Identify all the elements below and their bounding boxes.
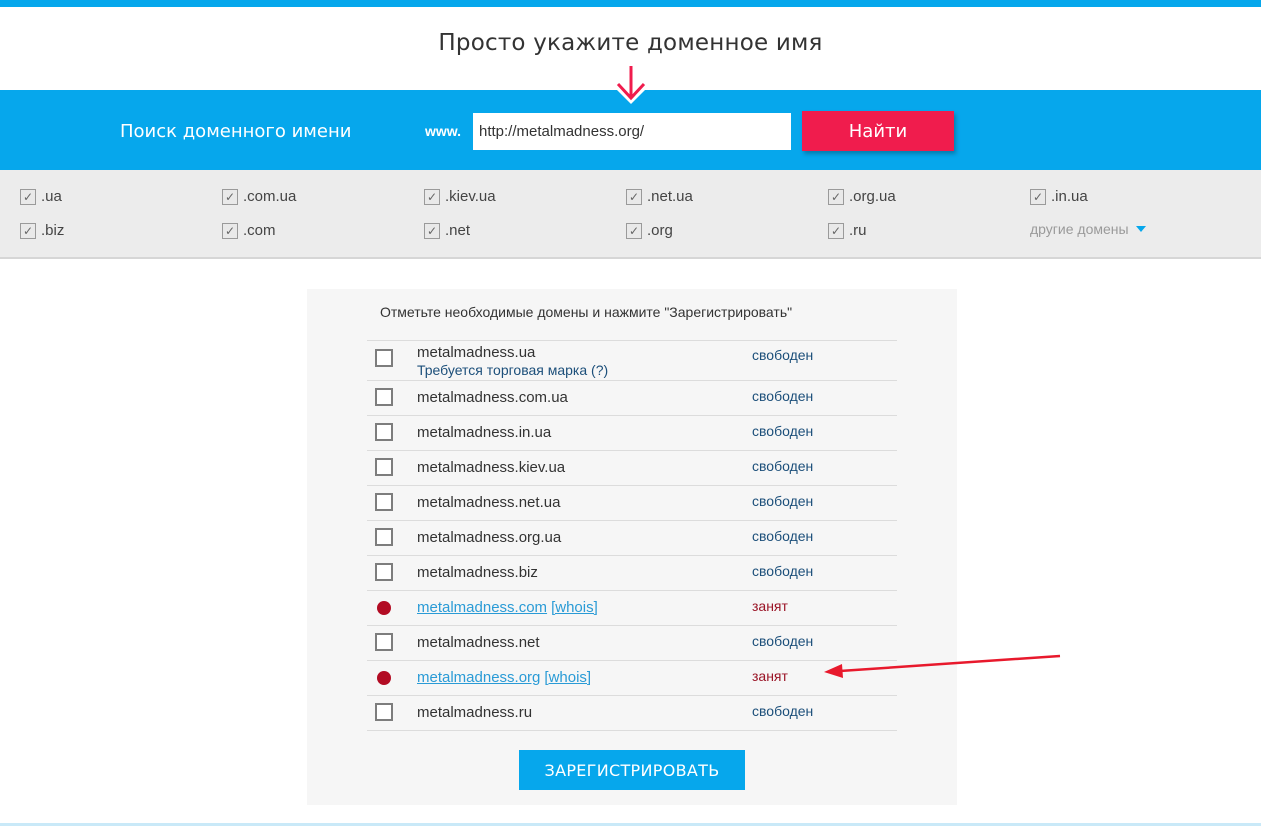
status-badge: свободен xyxy=(752,458,814,474)
page-title: Просто укажите доменное имя xyxy=(438,30,823,56)
table-row: metalmadness.com [whois] занят xyxy=(367,590,897,625)
checkbox-check-icon[interactable]: ✓ xyxy=(424,222,440,239)
find-button[interactable]: Найти xyxy=(802,111,954,151)
zone-checkbox-ru[interactable]: ✓ .ru xyxy=(828,222,867,239)
status-badge: свободен xyxy=(752,493,814,509)
zone-label: .com.ua xyxy=(243,188,297,205)
table-row: metalmadness.org [whois] занят xyxy=(367,660,897,695)
zone-checkbox-kiev-ua[interactable]: ✓ .kiev.ua xyxy=(424,188,496,205)
table-row: metalmadness.net.ua свободен xyxy=(367,485,897,520)
zone-label: .org xyxy=(647,222,673,239)
whois-link[interactable]: [whois] xyxy=(544,669,591,686)
domain-select-checkbox[interactable] xyxy=(375,493,393,511)
triangle-down-icon xyxy=(1135,226,1146,232)
taken-dot-icon xyxy=(377,671,391,685)
domain-name: metalmadness.org.ua xyxy=(417,529,562,546)
status-badge: свободен xyxy=(752,347,814,363)
zone-label: .biz xyxy=(41,222,65,239)
table-row: metalmadness.kiev.ua свободен xyxy=(367,450,897,485)
checkbox-check-icon[interactable]: ✓ xyxy=(626,222,642,239)
domain-name: metalmadness.net.ua xyxy=(417,494,561,511)
domain-select-checkbox[interactable] xyxy=(375,528,393,546)
checkbox-check-icon[interactable]: ✓ xyxy=(626,188,642,205)
top-accent-strip xyxy=(0,0,1261,7)
table-row: metalmadness.ua Требуется торговая марка … xyxy=(367,340,897,380)
domain-search-input[interactable] xyxy=(473,113,791,150)
domain-select-checkbox[interactable] xyxy=(375,349,393,367)
arrow-down-icon xyxy=(616,66,646,101)
register-button[interactable]: ЗАРЕГИСТРИРОВАТЬ xyxy=(519,750,745,790)
zone-checkbox-net[interactable]: ✓ .net xyxy=(424,222,470,239)
results-divider xyxy=(367,730,897,731)
domain-name: metalmadness.biz xyxy=(417,564,538,581)
zone-checkbox-in-ua[interactable]: ✓ .in.ua xyxy=(1030,188,1088,205)
domain-select-checkbox[interactable] xyxy=(375,388,393,406)
domain-name: metalmadness.ru xyxy=(417,704,533,721)
domain-name: metalmadness.org [whois] xyxy=(417,669,591,686)
zone-label: .net.ua xyxy=(647,188,693,205)
table-row: metalmadness.net свободен xyxy=(367,625,897,660)
zone-label: .ru xyxy=(849,222,867,239)
search-label: Поиск доменного имени xyxy=(120,121,352,142)
domain-select-checkbox[interactable] xyxy=(375,633,393,651)
status-badge: свободен xyxy=(752,423,814,439)
www-prefix: www. xyxy=(425,123,462,139)
zone-checkbox-com[interactable]: ✓ .com xyxy=(222,222,276,239)
table-row: metalmadness.biz свободен xyxy=(367,555,897,590)
domain-name: metalmadness.com.ua xyxy=(417,389,568,406)
checkbox-check-icon[interactable]: ✓ xyxy=(828,188,844,205)
zone-label: .org.ua xyxy=(849,188,896,205)
checkbox-check-icon[interactable]: ✓ xyxy=(20,188,36,205)
zone-checkbox-org-ua[interactable]: ✓ .org.ua xyxy=(828,188,896,205)
status-badge: занят xyxy=(752,668,788,684)
results-instruction: Отметьте необходимые домены и нажмите "З… xyxy=(380,304,793,320)
checkbox-check-icon[interactable]: ✓ xyxy=(1030,188,1046,205)
checkbox-check-icon[interactable]: ✓ xyxy=(20,222,36,239)
zone-label: .com xyxy=(243,222,276,239)
status-badge: свободен xyxy=(752,703,814,719)
table-row: metalmadness.org.ua свободен xyxy=(367,520,897,555)
domain-name: metalmadness.kiev.ua xyxy=(417,459,566,476)
zone-checkbox-biz[interactable]: ✓ .biz xyxy=(20,222,64,239)
other-domains-dropdown[interactable]: другие домены xyxy=(1030,221,1146,237)
table-row: metalmadness.com.ua свободен xyxy=(367,380,897,415)
other-domains-label: другие домены xyxy=(1030,221,1129,237)
zone-checkbox-org[interactable]: ✓ .org xyxy=(626,222,673,239)
checkbox-check-icon[interactable]: ✓ xyxy=(222,188,238,205)
domain-select-checkbox[interactable] xyxy=(375,423,393,441)
zone-checkbox-net-ua[interactable]: ✓ .net.ua xyxy=(626,188,693,205)
status-badge: свободен xyxy=(752,563,814,579)
status-badge: свободен xyxy=(752,528,814,544)
status-badge: свободен xyxy=(752,633,814,649)
status-badge: свободен xyxy=(752,388,814,404)
zone-filter-panel xyxy=(0,170,1261,259)
taken-dot-icon xyxy=(377,601,391,615)
status-badge: занят xyxy=(752,598,788,614)
zone-label: .net xyxy=(445,222,471,239)
domain-name: metalmadness.in.ua xyxy=(417,424,552,441)
checkbox-check-icon[interactable]: ✓ xyxy=(424,188,440,205)
domain-link[interactable]: metalmadness.com xyxy=(417,599,547,616)
zone-checkbox-ua[interactable]: ✓ .ua xyxy=(20,188,62,205)
domain-link[interactable]: metalmadness.org xyxy=(417,669,540,686)
domain-select-checkbox[interactable] xyxy=(375,458,393,476)
domain-name: metalmadness.com [whois] xyxy=(417,599,598,616)
domain-name: metalmadness.net xyxy=(417,634,540,651)
checkbox-check-icon[interactable]: ✓ xyxy=(828,222,844,239)
whois-link[interactable]: [whois] xyxy=(551,599,598,616)
domain-name: metalmadness.ua xyxy=(417,344,536,361)
zone-label: .in.ua xyxy=(1051,188,1088,205)
zone-checkbox-com-ua[interactable]: ✓ .com.ua xyxy=(222,188,296,205)
domain-select-checkbox[interactable] xyxy=(375,563,393,581)
domain-select-checkbox[interactable] xyxy=(375,703,393,721)
table-row: metalmadness.ru свободен xyxy=(367,695,897,730)
zone-label: .kiev.ua xyxy=(445,188,496,205)
table-row: metalmadness.in.ua свободен xyxy=(367,415,897,450)
trademark-note: Требуется торговая марка (?) xyxy=(417,362,609,378)
checkbox-check-icon[interactable]: ✓ xyxy=(222,222,238,239)
zone-label: .ua xyxy=(41,188,62,205)
